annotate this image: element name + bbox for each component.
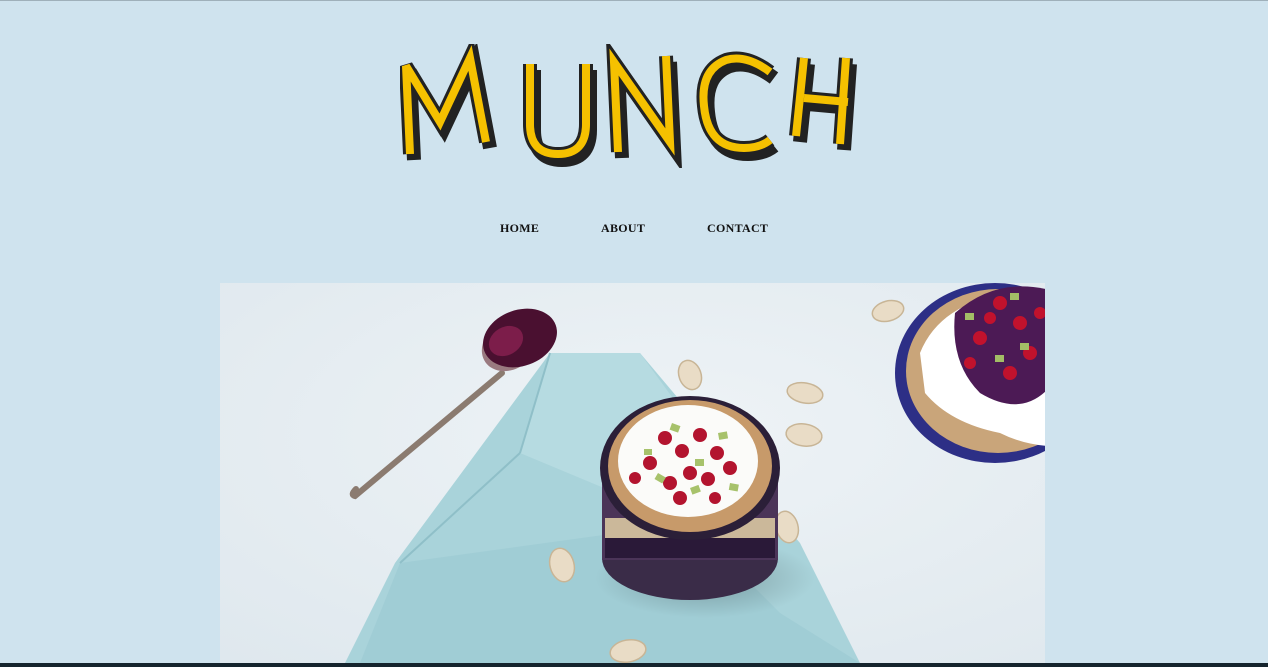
parfait-photo-illustration bbox=[220, 283, 1045, 663]
window-top-border bbox=[0, 0, 1268, 1]
munch-logo[interactable]: MUNCH bbox=[400, 44, 868, 168]
nav-link-home[interactable]: HOME bbox=[500, 221, 539, 236]
parfait-jar-graphic bbox=[600, 396, 780, 600]
hero-image bbox=[220, 283, 1045, 663]
nav-link-about[interactable]: ABOUT bbox=[601, 221, 645, 236]
main-nav: HOME ABOUT CONTACT bbox=[0, 221, 1268, 237]
window-bottom-border bbox=[0, 663, 1268, 667]
logo-wordmark-graphic bbox=[400, 44, 857, 168]
nav-link-contact[interactable]: CONTACT bbox=[707, 221, 768, 236]
